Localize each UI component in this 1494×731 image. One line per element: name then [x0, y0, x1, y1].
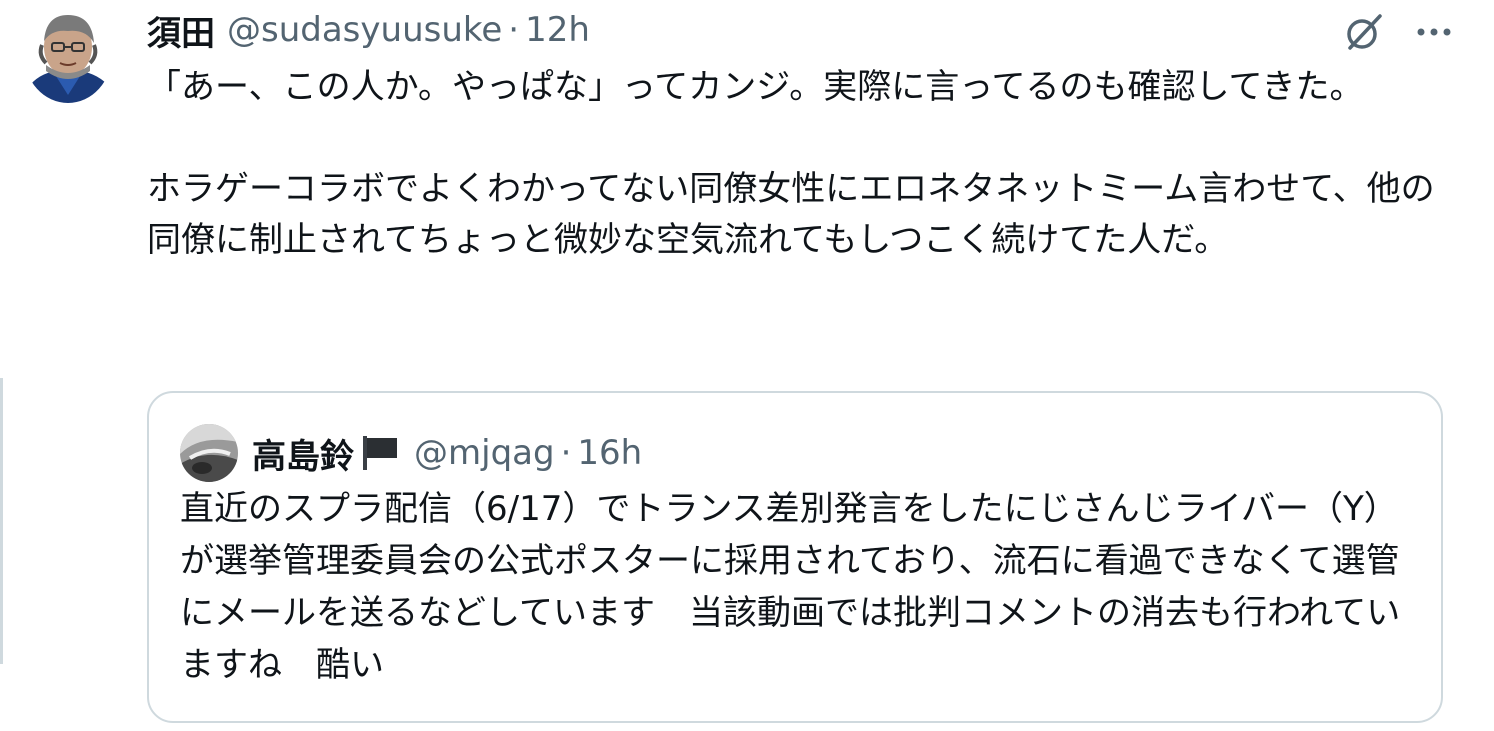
quoted-author-display-name[interactable]: 高島鈴 [252, 429, 354, 478]
quoted-tweet-card[interactable]: 高島鈴 @mjqag · 16h 直近のスプラ配信（6/17）でトランス差別発言… [147, 391, 1443, 723]
quoted-author-avatar [180, 424, 238, 482]
tweet-header: 須田 @sudasyuusuke · 12h [147, 6, 590, 55]
black-flag-icon [360, 434, 400, 472]
quoted-header-separator: · [560, 433, 572, 473]
author-display-name[interactable]: 須田 [147, 6, 215, 55]
tweet-header-actions [1342, 10, 1454, 54]
quoted-tweet-header: 高島鈴 @mjqag · 16h [180, 424, 642, 482]
timeline-edge-divider [0, 378, 3, 664]
tweet-timestamp[interactable]: 12h [525, 10, 590, 50]
more-horizontal-icon[interactable] [1414, 22, 1454, 42]
avatar[interactable] [24, 5, 112, 103]
quoted-tweet-text: 直近のスプラ配信（6/17）でトランス差別発言をしたにじさんじライバー（Y）が選… [180, 489, 1401, 685]
tweet-text: 「あー、この人か。やっぱな」ってカンジ。実際に言ってるのも確認してきた。 ホラゲ… [147, 67, 1435, 260]
quoted-tweet-timestamp[interactable]: 16h [577, 433, 642, 473]
grok-slash-icon[interactable] [1342, 10, 1386, 54]
quoted-author-handle[interactable]: @mjqag [414, 433, 555, 473]
header-separator: · [508, 10, 520, 50]
author-handle[interactable]: @sudasyuusuke [227, 10, 502, 50]
